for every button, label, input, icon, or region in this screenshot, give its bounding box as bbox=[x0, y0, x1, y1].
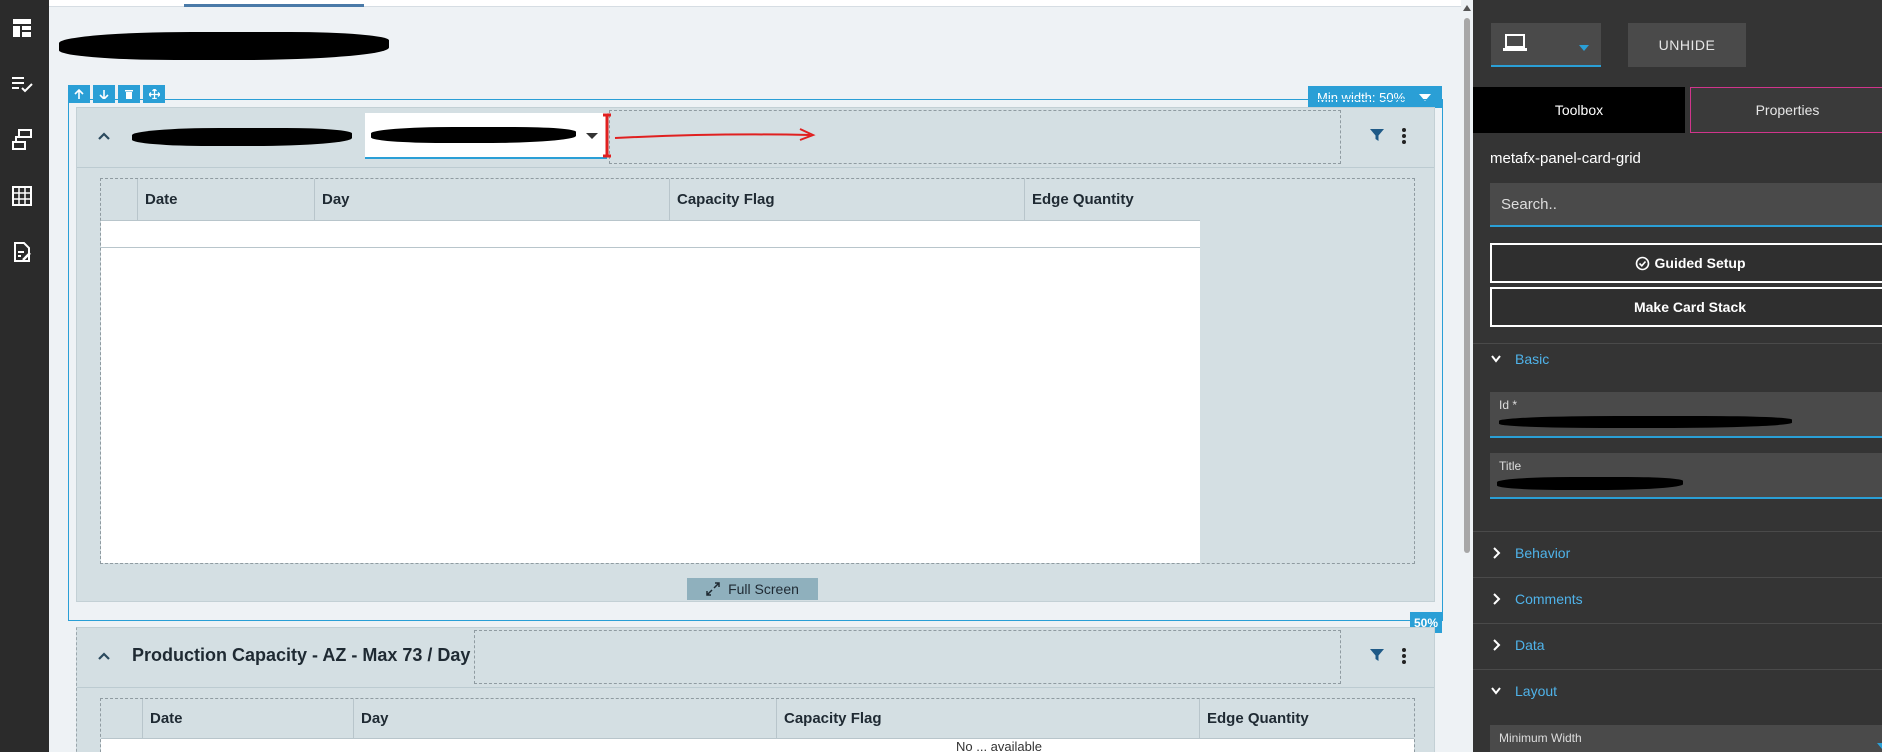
guided-setup-label: Guided Setup bbox=[1654, 255, 1746, 271]
redacted-dropdown-value bbox=[371, 127, 576, 143]
section-comments-label: Comments bbox=[1515, 591, 1583, 607]
section-basic[interactable]: Basic bbox=[1491, 351, 1549, 367]
id-field-label: Id * bbox=[1499, 398, 1518, 412]
scrollbar-thumb[interactable] bbox=[1464, 18, 1470, 553]
section-behavior-label: Behavior bbox=[1515, 545, 1571, 561]
grid-select-column[interactable] bbox=[101, 699, 142, 739]
filter-icon[interactable] bbox=[1368, 646, 1386, 664]
column-header-day[interactable]: Day bbox=[353, 699, 776, 739]
chevron-down-icon bbox=[1491, 355, 1501, 363]
no-data-message: No ... available bbox=[956, 739, 1042, 752]
section-layout[interactable]: Layout bbox=[1491, 683, 1557, 699]
search-input[interactable]: Search.. bbox=[1490, 183, 1882, 227]
collapse-caret-icon[interactable] bbox=[97, 130, 111, 144]
section-layout-label: Layout bbox=[1515, 683, 1558, 699]
guided-setup-button[interactable]: Guided Setup bbox=[1490, 243, 1882, 283]
full-screen-button[interactable]: Full Screen bbox=[687, 578, 818, 600]
section-behavior[interactable]: Behavior bbox=[1491, 545, 1570, 561]
card-header: Production Capacity - AZ - Max 73 / Day bbox=[77, 628, 1434, 688]
column-header-capacity-flag[interactable]: Capacity Flag bbox=[669, 179, 1024, 221]
grid-header: Date Day Capacity Flag Edge Quantity bbox=[101, 699, 1414, 739]
title-field-label: Title bbox=[1499, 459, 1522, 473]
card-title: Production Capacity - AZ - Max 73 / Day bbox=[132, 645, 471, 665]
data-grid: Date Day Capacity Flag Edge Quantity No … bbox=[101, 699, 1414, 752]
annotation-arrow bbox=[603, 113, 816, 158]
data-grid: Date Day Capacity Flag Edge Quantity bbox=[101, 179, 1200, 563]
divider bbox=[1473, 623, 1882, 624]
chevron-right-icon bbox=[1493, 639, 1501, 651]
divider bbox=[1473, 531, 1882, 532]
grid-drop-zone: Date Day Capacity Flag Edge Quantity No … bbox=[100, 698, 1415, 752]
divider bbox=[1473, 669, 1882, 670]
column-header-day[interactable]: Day bbox=[314, 179, 669, 221]
collapse-caret-icon[interactable] bbox=[97, 650, 111, 664]
chevron-right-icon bbox=[1493, 593, 1501, 605]
tab-properties[interactable]: Properties bbox=[1690, 87, 1882, 133]
card-header bbox=[77, 108, 1434, 168]
column-header-edge-quantity[interactable]: Edge Quantity bbox=[1199, 699, 1414, 739]
full-screen-label: Full Screen bbox=[728, 581, 799, 597]
id-field[interactable]: Id * bbox=[1490, 392, 1882, 438]
section-basic-label: Basic bbox=[1515, 351, 1550, 367]
column-header-date[interactable]: Date bbox=[142, 699, 353, 739]
laptop-icon bbox=[1503, 34, 1527, 51]
divider bbox=[1473, 577, 1882, 578]
panel-tabs: Toolbox Properties bbox=[1473, 87, 1882, 133]
checklist-icon[interactable] bbox=[8, 70, 36, 98]
chevron-right-icon bbox=[1493, 547, 1501, 559]
grid-select-column[interactable] bbox=[101, 179, 137, 221]
column-header-date[interactable]: Date bbox=[137, 179, 314, 221]
chevron-down-icon bbox=[1579, 45, 1589, 51]
top-tab-strip bbox=[49, 0, 1461, 7]
column-header-capacity-flag[interactable]: Capacity Flag bbox=[776, 699, 1199, 739]
title-field[interactable]: Title bbox=[1490, 453, 1882, 499]
redacted-page-title bbox=[59, 32, 389, 60]
filter-icon[interactable] bbox=[1368, 126, 1386, 144]
grid-header: Date Day Capacity Flag Edge Quantity bbox=[101, 179, 1200, 221]
minimum-width-label: Minimum Width bbox=[1499, 731, 1582, 745]
chevron-down-icon bbox=[1877, 743, 1882, 749]
page-title bbox=[59, 28, 399, 64]
active-tab-indicator bbox=[184, 4, 364, 7]
minimum-width-select[interactable]: Minimum Width bbox=[1490, 725, 1882, 752]
table-icon[interactable] bbox=[8, 182, 36, 210]
table-row[interactable] bbox=[101, 221, 1200, 248]
canvas-scrollbar[interactable] bbox=[1461, 0, 1473, 752]
layout-icon[interactable] bbox=[8, 14, 36, 42]
redacted-id-value bbox=[1499, 416, 1792, 428]
header-drop-zone[interactable] bbox=[474, 630, 1341, 684]
more-vertical-icon[interactable] bbox=[1399, 646, 1409, 666]
column-header-edge-quantity[interactable]: Edge Quantity bbox=[1024, 179, 1200, 221]
expand-icon bbox=[706, 582, 720, 596]
device-selector[interactable] bbox=[1491, 23, 1601, 67]
panel-card-grid[interactable]: Production Capacity - AZ - Max 73 / Day … bbox=[76, 627, 1435, 752]
redacted-title-value bbox=[1497, 477, 1683, 490]
designer-panel: UNHIDE Toolbox Properties metafx-panel-c… bbox=[1473, 0, 1882, 752]
component-name: metafx-panel-card-grid bbox=[1490, 150, 1641, 167]
nav-rail bbox=[0, 0, 49, 752]
canvas: Min width: 50% Date Day Capacity Flag Ed… bbox=[49, 0, 1461, 752]
section-comments[interactable]: Comments bbox=[1491, 591, 1583, 607]
section-data[interactable]: Data bbox=[1491, 637, 1545, 653]
card-header-dropdown[interactable] bbox=[365, 113, 607, 159]
section-data-label: Data bbox=[1515, 637, 1545, 653]
chevron-down-icon bbox=[1491, 687, 1501, 695]
grid-drop-zone: Date Day Capacity Flag Edge Quantity bbox=[100, 178, 1415, 564]
check-circle-icon bbox=[1635, 256, 1649, 270]
edit-document-icon[interactable] bbox=[8, 238, 36, 266]
scroll-up-icon[interactable] bbox=[1463, 5, 1471, 11]
make-card-stack-button[interactable]: Make Card Stack bbox=[1490, 287, 1882, 327]
panel-card-grid-selected[interactable]: Date Day Capacity Flag Edge Quantity Ful… bbox=[76, 107, 1435, 602]
workflow-icon[interactable] bbox=[8, 126, 36, 154]
redacted-card-title bbox=[132, 128, 352, 146]
divider bbox=[1473, 343, 1882, 344]
unhide-button[interactable]: UNHIDE bbox=[1628, 23, 1746, 67]
tab-toolbox[interactable]: Toolbox bbox=[1473, 87, 1685, 133]
more-vertical-icon[interactable] bbox=[1399, 126, 1409, 146]
